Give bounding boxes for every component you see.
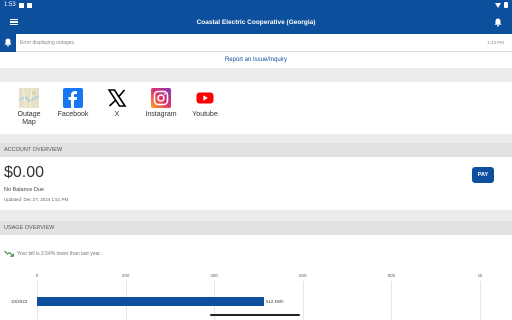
status-time: 1:53 bbox=[4, 2, 16, 8]
balance-status: No Balance Due bbox=[4, 187, 45, 193]
wifi-icon bbox=[495, 2, 501, 8]
battery-icon bbox=[504, 2, 508, 8]
app-title: Coastal Electric Cooperative (Georgia) bbox=[196, 18, 316, 26]
instagram-label: Instagram bbox=[145, 111, 177, 118]
usage-trend: Your bill is 2.54% lower than last year. bbox=[4, 250, 101, 257]
x-icon bbox=[107, 88, 127, 108]
x-button[interactable]: X bbox=[95, 82, 139, 134]
gridline bbox=[391, 281, 393, 320]
home-indicator[interactable] bbox=[210, 314, 300, 316]
pay-button[interactable]: PAY bbox=[472, 167, 494, 183]
account-overview-card: $0.00 No Balance Due Updated: Dec 27, 20… bbox=[0, 157, 512, 210]
x-tick-label: 0 bbox=[35, 273, 39, 278]
youtube-label: Youtube bbox=[192, 111, 218, 118]
report-issue-link[interactable]: Report an Issue/Inquiry bbox=[0, 52, 512, 68]
x-tick-label: 400 bbox=[210, 273, 218, 278]
sim-icon bbox=[26, 2, 32, 8]
gridline bbox=[480, 281, 481, 320]
x-tick-label: 600 bbox=[299, 273, 307, 278]
alert-message: Error displaying outages. bbox=[20, 39, 76, 46]
usage-overview-header: USAGE OVERVIEW bbox=[0, 221, 512, 235]
menu-icon[interactable] bbox=[0, 10, 28, 34]
youtube-icon bbox=[195, 88, 215, 108]
bar-category-label: 10/2023 bbox=[11, 299, 28, 304]
gridline bbox=[302, 281, 304, 320]
bar-value-label: 512 kWh bbox=[265, 299, 284, 304]
app-bar: Coastal Electric Cooperative (Georgia) bbox=[0, 10, 512, 34]
notification-icon bbox=[18, 2, 24, 8]
facebook-icon bbox=[63, 88, 83, 108]
bell-icon bbox=[0, 33, 16, 52]
updated-timestamp: Updated: Dec 27, 2024 1:51 PM bbox=[4, 197, 69, 202]
facebook-button[interactable]: Facebook bbox=[51, 82, 95, 134]
x-label: X bbox=[114, 111, 120, 118]
status-bar: 1:53 bbox=[0, 0, 512, 10]
trend-down-icon bbox=[4, 250, 14, 257]
instagram-icon bbox=[151, 88, 171, 108]
trend-text: Your bill is 2.54% lower than last year. bbox=[17, 250, 102, 257]
outage-map-icon bbox=[19, 88, 39, 108]
outage-map-button[interactable]: Outage Map bbox=[7, 82, 51, 134]
bell-icon[interactable] bbox=[484, 10, 512, 34]
usage-bar[interactable] bbox=[37, 297, 264, 306]
facebook-label: Facebook bbox=[57, 111, 89, 118]
x-tick-label: 1k bbox=[477, 273, 483, 278]
balance-amount: $0.00 bbox=[4, 164, 45, 181]
youtube-button[interactable]: Youtube bbox=[183, 82, 227, 134]
x-tick-label: 800 bbox=[387, 273, 396, 278]
x-tick-label: 200 bbox=[121, 273, 130, 278]
usage-overview-card: Your bill is 2.54% lower than last year.… bbox=[0, 235, 512, 320]
instagram-button[interactable]: Instagram bbox=[139, 82, 183, 134]
outage-alert[interactable]: Error displaying outages. 1:43 PM bbox=[0, 33, 512, 52]
outage-map-label: Outage Map bbox=[17, 111, 41, 126]
alert-time: 1:43 PM bbox=[487, 40, 504, 45]
account-overview-header: ACCOUNT OVERVIEW bbox=[0, 143, 512, 157]
social-links: Outage Map Facebook X Instagram Youtube bbox=[0, 82, 512, 134]
